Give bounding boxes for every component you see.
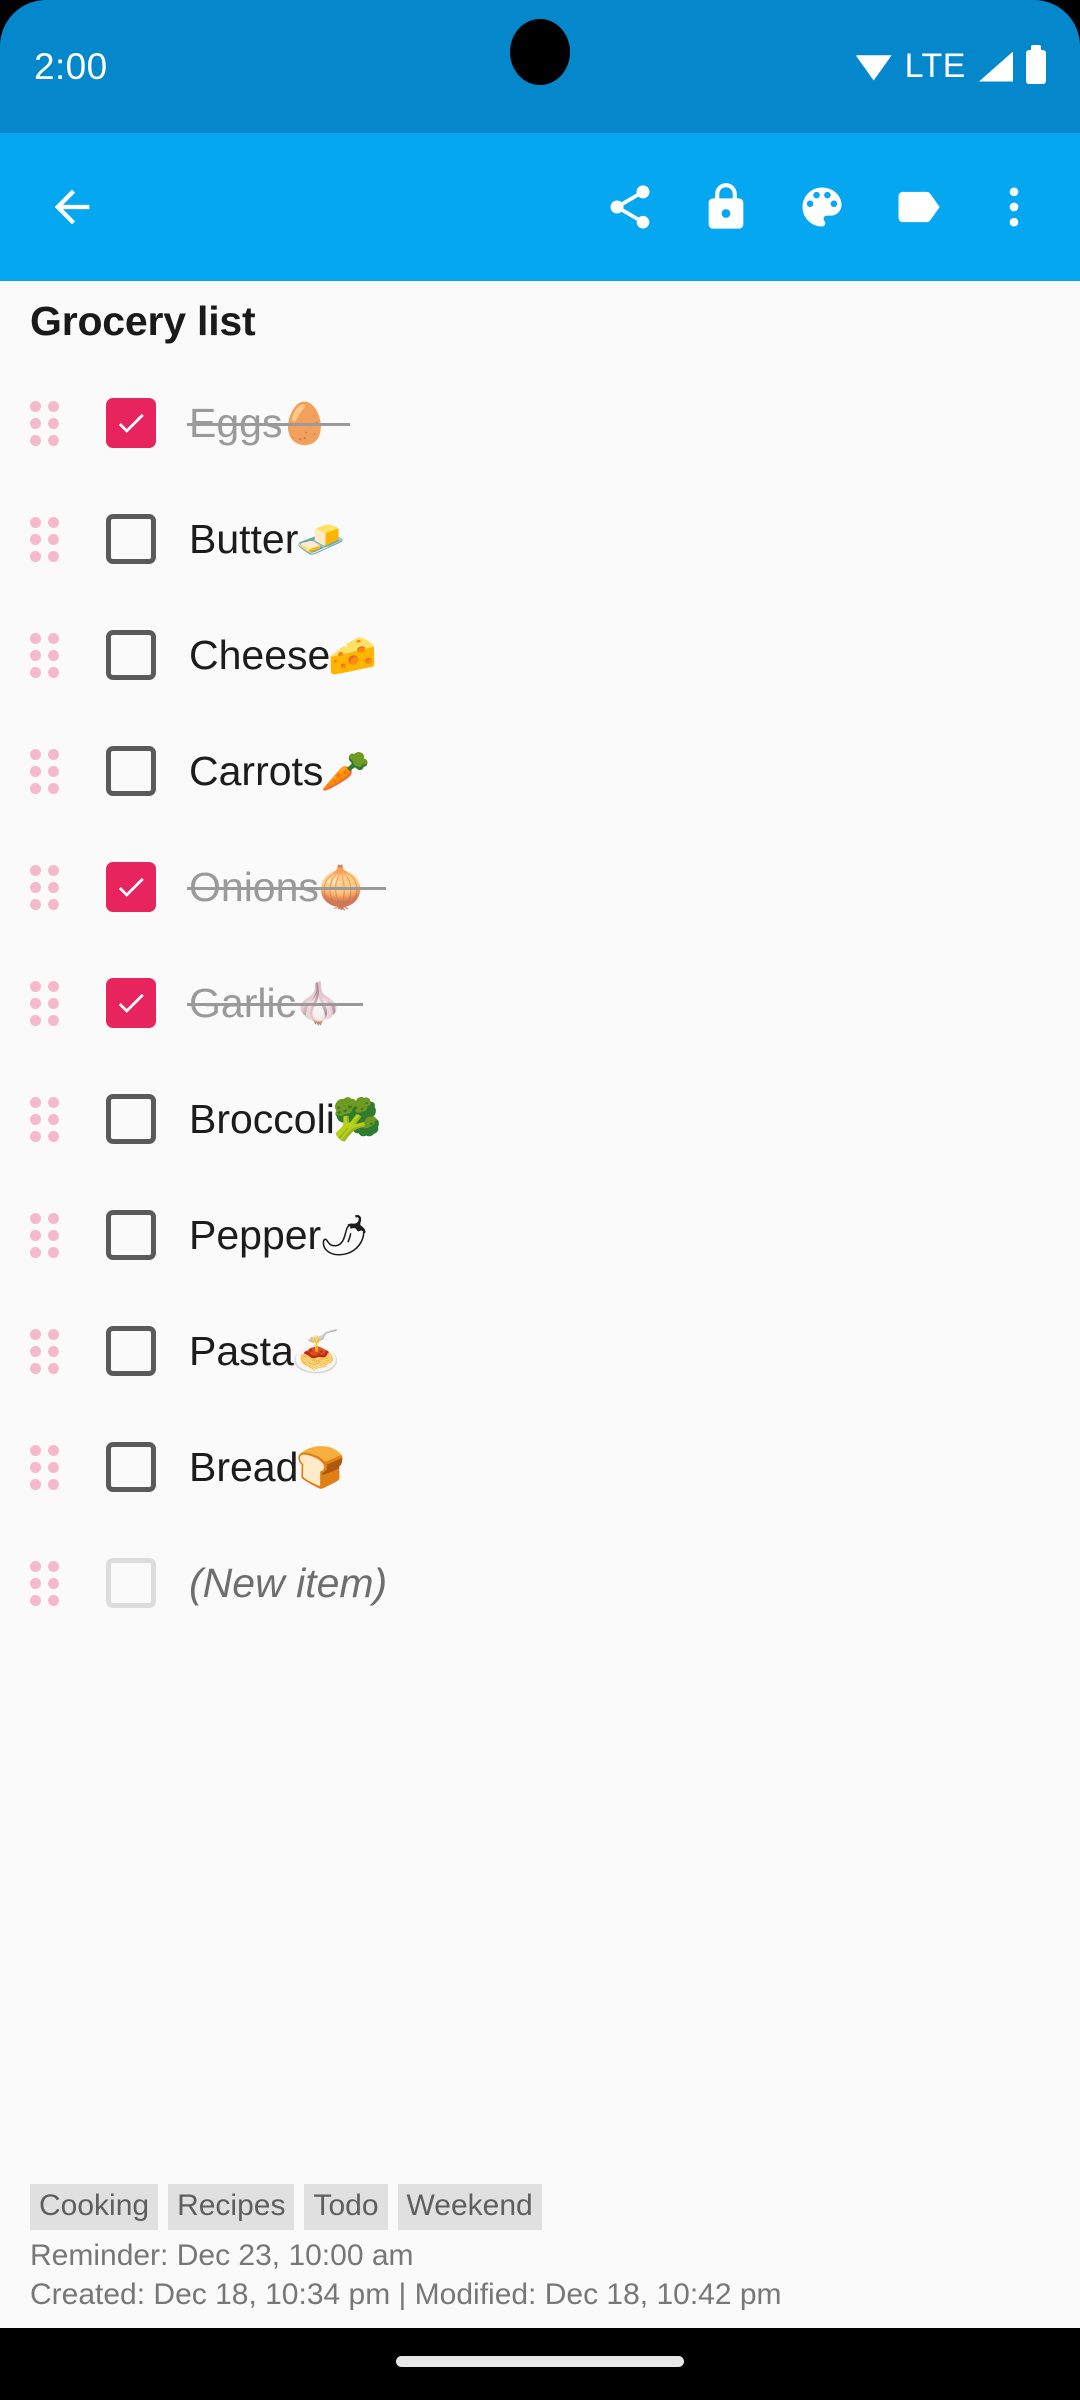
checkbox-unchecked[interactable]	[106, 1326, 156, 1376]
tag-chip[interactable]: Weekend	[397, 2184, 542, 2231]
note-title[interactable]: Grocery list	[30, 298, 256, 345]
battery-icon	[1026, 49, 1046, 84]
back-arrow-icon	[54, 189, 90, 225]
checklist-item-label[interactable]: Broccoli 🥦	[189, 1096, 402, 1143]
checklist-item-label[interactable]: Garlic 🧄	[186, 980, 364, 1027]
overflow-menu-icon	[1009, 187, 1019, 227]
checkbox-checked[interactable]	[106, 978, 156, 1028]
checkbox-unchecked[interactable]	[106, 514, 156, 564]
drag-handle-icon[interactable]	[24, 1212, 64, 1258]
label-icon	[898, 191, 940, 223]
camera-cutout	[510, 19, 570, 85]
drag-handle-icon[interactable]	[24, 632, 64, 678]
checklist-item-row[interactable]: Cheese 🧀	[0, 597, 1080, 713]
checklist-item-row[interactable]: Broccoli 🥦	[0, 1061, 1080, 1177]
share-icon	[610, 185, 650, 229]
checklist-item-row[interactable]: Onions 🧅	[0, 829, 1080, 945]
checkbox-checked[interactable]	[106, 398, 156, 448]
share-button[interactable]	[582, 159, 678, 255]
home-gesture-pill[interactable]	[396, 2356, 684, 2367]
navigation-bar	[0, 2328, 1080, 2400]
checklist-item-row[interactable]: (New item)	[0, 1525, 1080, 1641]
checkbox-checked[interactable]	[106, 862, 156, 912]
note-content: Grocery list Eggs 🥚 Butter 🧈 Cheese 🧀 Carro…	[0, 281, 1080, 2328]
checklist-item-emoji: 🍞	[295, 1444, 346, 1491]
back-button[interactable]	[24, 159, 120, 255]
status-bar-clock: 2:00	[34, 45, 108, 87]
note-metadata: Cooking Recipes Todo Weekend Reminder: Dec …	[0, 2184, 1080, 2328]
checklist-item-row[interactable]: Carrots 🥕	[0, 713, 1080, 829]
drag-handle-icon[interactable]	[24, 748, 64, 794]
checklist-item-emoji: 🥦	[332, 1096, 383, 1143]
checklist-item-emoji: 🥚	[279, 400, 330, 447]
palette-icon	[802, 187, 842, 227]
checklist-item-label[interactable]: Onions 🧅	[186, 864, 387, 911]
app-bar-actions	[582, 159, 1080, 255]
labels-button[interactable]	[870, 159, 966, 255]
checkbox-unchecked[interactable]	[106, 630, 156, 680]
checkbox-unchecked[interactable]	[106, 746, 156, 796]
checklist-item-label[interactable]: Bread 🍞	[189, 1444, 366, 1491]
checklist-item-emoji: 🧀	[327, 632, 378, 679]
checklist-item-label[interactable]: Cheese 🧀	[189, 632, 398, 679]
network-type-label: LTE	[904, 47, 966, 85]
checklist-item-row[interactable]: Pasta 🍝	[0, 1293, 1080, 1409]
checklist-item-row[interactable]: Butter 🧈	[0, 481, 1080, 597]
tag-chip[interactable]: Recipes	[168, 2184, 295, 2231]
checklist-item-emoji: 🌶	[318, 1212, 370, 1259]
check-icon	[118, 877, 144, 897]
checklist-item-emoji: 🍝	[291, 1328, 342, 1375]
drag-handle-icon[interactable]	[24, 1096, 64, 1142]
phone-screen: 2:00 LTE Grocery list Eggs 🥚 Butter 🧈 Ch…	[0, 0, 1080, 2400]
color-palette-button[interactable]	[774, 159, 870, 255]
check-icon	[118, 993, 144, 1013]
lock-icon	[708, 183, 744, 229]
checklist-item-label[interactable]: Pasta 🍝	[189, 1328, 361, 1375]
checklist-item-label[interactable]: Carrots 🥕	[189, 748, 391, 795]
timestamps-text: Created: Dec 18, 10:34 pm | Modified: De…	[30, 2277, 782, 2311]
status-bar: 2:00 LTE	[0, 0, 1080, 133]
drag-handle-icon[interactable]	[24, 400, 64, 446]
checklist-item-label[interactable]: Butter 🧈	[189, 516, 366, 563]
status-bar-icons: LTE	[855, 47, 1046, 86]
wifi-icon	[855, 55, 892, 81]
drag-handle-icon[interactable]	[24, 1560, 64, 1606]
drag-handle-icon[interactable]	[24, 864, 64, 910]
tag-chip[interactable]: Todo	[304, 2184, 388, 2231]
checklist-item-row[interactable]: Bread 🍞	[0, 1409, 1080, 1525]
checkbox-unchecked[interactable]	[106, 1210, 156, 1260]
checkbox-unchecked[interactable]	[106, 1558, 156, 1608]
checklist-item-label[interactable]: (New item)	[189, 1562, 407, 1604]
overflow-menu-button[interactable]	[966, 159, 1062, 255]
signal-icon	[979, 51, 1013, 82]
check-icon	[118, 413, 144, 433]
checklist-item-emoji: 🥕	[320, 748, 371, 795]
tag-chip[interactable]: Cooking	[30, 2184, 159, 2231]
checklist-item-emoji: 🧅	[316, 864, 367, 911]
drag-handle-icon[interactable]	[24, 516, 64, 562]
checklist-item-row[interactable]: Garlic 🧄	[0, 945, 1080, 1061]
checklist-item-row[interactable]: Eggs 🥚	[0, 365, 1080, 481]
checklist-item-emoji: 🧈	[295, 516, 346, 563]
checklist-item-label[interactable]: Eggs 🥚	[187, 400, 350, 447]
checkbox-unchecked[interactable]	[106, 1442, 156, 1492]
checklist-item-row[interactable]: Pepper 🌶	[0, 1177, 1080, 1293]
checklist-item-label[interactable]: Pepper 🌶	[189, 1212, 389, 1259]
drag-handle-icon[interactable]	[24, 1444, 64, 1490]
checklist: Eggs 🥚 Butter 🧈 Cheese 🧀 Carrots 🥕 Onions 🧅 G…	[0, 365, 1080, 1641]
checklist-item-emoji: 🧄	[293, 980, 344, 1027]
drag-handle-icon[interactable]	[24, 980, 64, 1026]
lock-button[interactable]	[678, 159, 774, 255]
drag-handle-icon[interactable]	[24, 1328, 64, 1374]
tag-list: Cooking Recipes Todo Weekend	[30, 2184, 1080, 2231]
checkbox-unchecked[interactable]	[106, 1094, 156, 1144]
app-bar	[0, 133, 1080, 281]
reminder-text: Reminder: Dec 23, 10:00 am	[30, 2239, 414, 2273]
